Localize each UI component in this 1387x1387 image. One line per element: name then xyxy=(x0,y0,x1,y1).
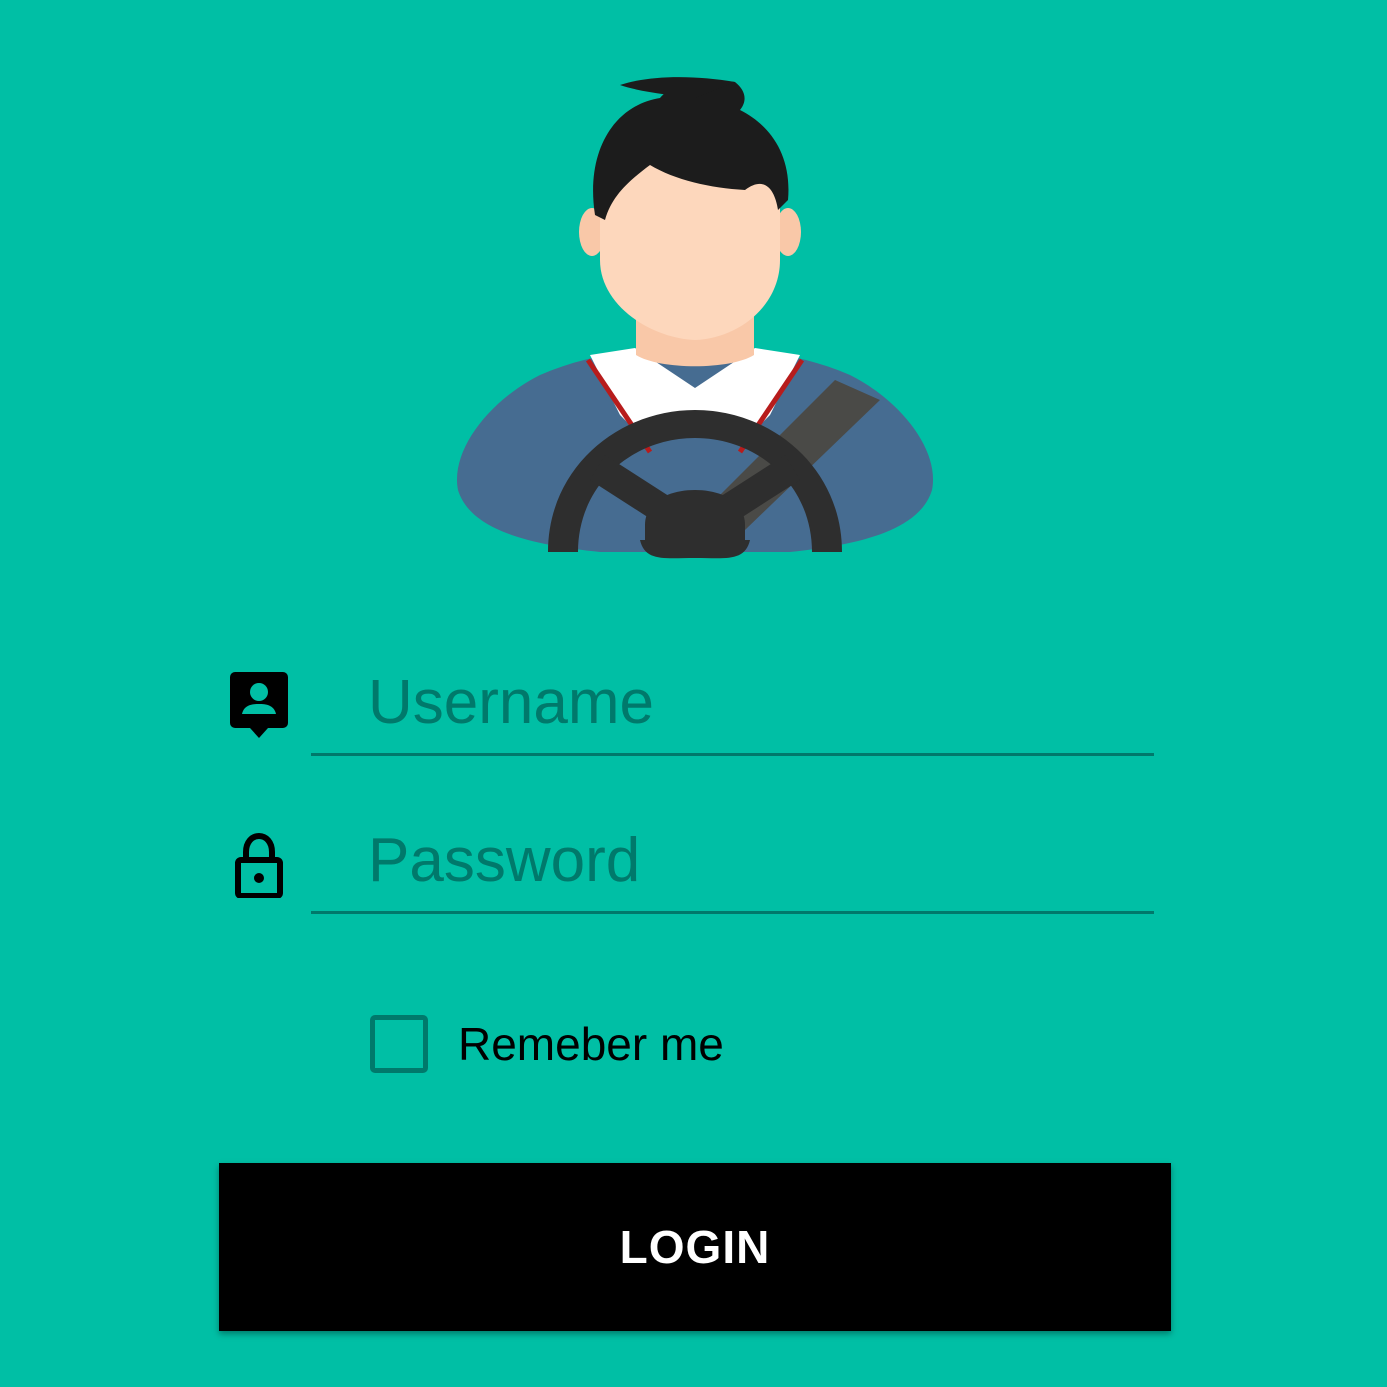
driver-avatar xyxy=(456,77,934,559)
username-input[interactable] xyxy=(311,660,1154,756)
account-box-icon xyxy=(230,672,288,738)
remember-me-label: Remeber me xyxy=(458,1018,724,1070)
username-row xyxy=(222,660,1162,760)
lock-icon xyxy=(235,832,283,898)
login-screen: Remeber me LOGIN xyxy=(0,0,1387,1387)
password-row xyxy=(222,818,1162,918)
remember-me-checkbox[interactable] xyxy=(370,1015,428,1073)
login-button[interactable]: LOGIN xyxy=(219,1163,1171,1331)
password-input[interactable] xyxy=(311,818,1154,914)
remember-me-checkbox-row[interactable]: Remeber me xyxy=(370,1012,724,1076)
